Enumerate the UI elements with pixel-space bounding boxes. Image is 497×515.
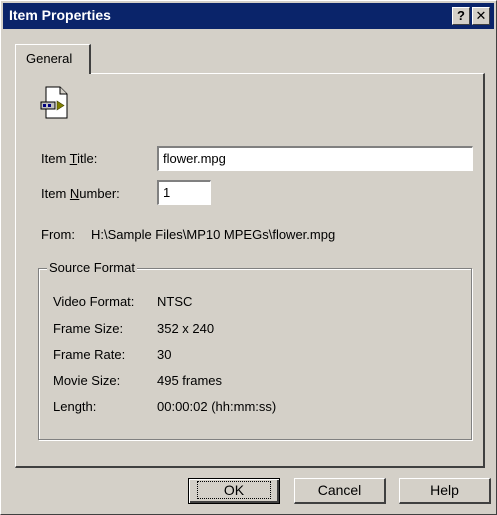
item-number-label: Item Number: (41, 186, 120, 201)
video-format-label: Video Format: (53, 294, 135, 309)
source-format-group: Source Format Video Format: NTSC Frame S… (38, 260, 472, 440)
tab-general[interactable]: General (15, 44, 91, 74)
length-value: 00:00:02 (hh:mm:ss) (157, 399, 277, 414)
item-properties-dialog: Item Properties ? ✕ General Item Title: … (0, 0, 497, 515)
video-file-icon (40, 86, 68, 119)
from-path: H:\Sample Files\MP10 MPEGs\flower.mpg (91, 227, 336, 242)
frame-size-label: Frame Size: (53, 321, 124, 336)
movie-size-label: Movie Size: (53, 373, 121, 388)
ok-button-label: OK (196, 481, 272, 499)
source-format-title: Source Format (47, 260, 137, 275)
general-panel: Item Title: flower.mpg Item Number: 1 Fr… (15, 73, 485, 468)
cancel-button[interactable]: Cancel (294, 478, 386, 504)
item-title-label: Item Title: (41, 151, 98, 166)
video-format-value: NTSC (157, 294, 193, 309)
help-title-button[interactable]: ? (452, 7, 470, 25)
frame-size-value: 352 x 240 (157, 321, 215, 336)
title-bar[interactable]: Item Properties ? ✕ (3, 3, 494, 29)
frame-rate-label: Frame Rate: (53, 347, 126, 362)
item-title-input[interactable]: flower.mpg (157, 146, 473, 171)
movie-size-value: 495 frames (157, 373, 223, 388)
ok-button[interactable]: OK (188, 478, 280, 504)
help-button[interactable]: Help (399, 478, 491, 504)
from-label: From: (41, 227, 75, 242)
length-label: Length: (53, 399, 97, 414)
tab-general-label: General (26, 51, 73, 66)
frame-rate-value: 30 (157, 347, 172, 362)
item-number-input[interactable]: 1 (157, 180, 211, 205)
close-button[interactable]: ✕ (472, 7, 490, 25)
window-title: Item Properties (9, 7, 111, 23)
